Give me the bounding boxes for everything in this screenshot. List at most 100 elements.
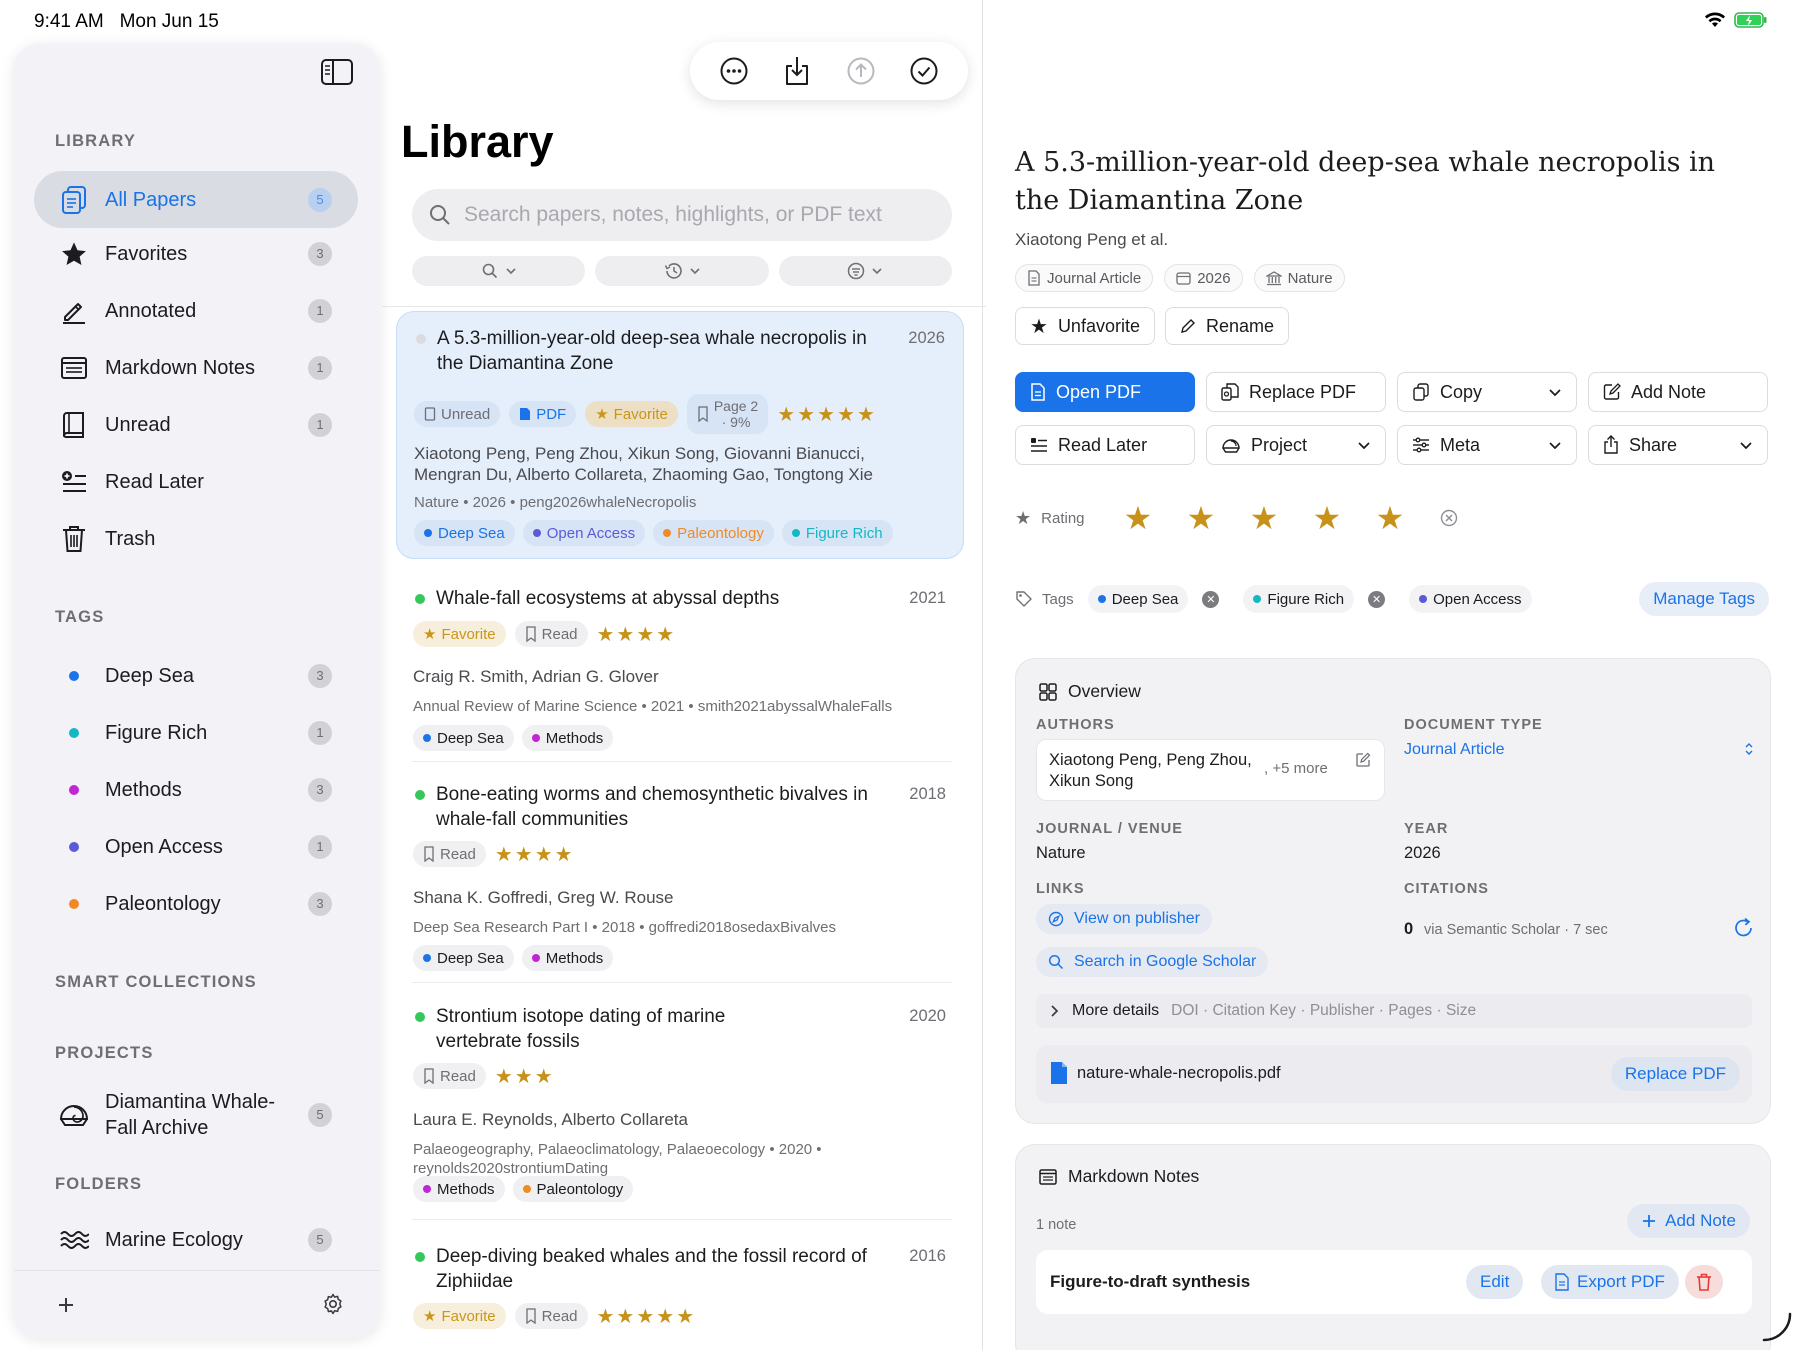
calendar-icon — [1176, 271, 1191, 285]
edit-icon[interactable] — [1355, 752, 1371, 768]
copy-menu-button[interactable]: Copy — [1397, 372, 1577, 412]
add-note-pill-button[interactable]: Add Note — [1627, 1204, 1750, 1238]
remove-tag-icon[interactable]: ✕ — [1368, 590, 1386, 608]
paper-year: 2020 — [909, 1007, 946, 1025]
export-pdf-button[interactable]: Export PDF — [1541, 1265, 1679, 1299]
upload-icon[interactable] — [841, 51, 881, 91]
project-menu-button[interactable]: Project — [1206, 425, 1386, 465]
more-icon[interactable] — [714, 51, 754, 91]
rename-button[interactable]: Rename — [1164, 307, 1290, 345]
rating-star-5[interactable]: ★ — [1359, 502, 1422, 534]
search-icon — [428, 203, 452, 227]
sidebar-item-markdown-notes[interactable]: Markdown Notes 1 — [34, 339, 358, 396]
bookmark-icon — [525, 1308, 537, 1324]
search-bar[interactable] — [412, 189, 952, 241]
tags-row: Tags Deep Sea ✕ Figure Rich ✕ Open Acces… — [1015, 581, 1769, 617]
edit-note-button[interactable]: Edit — [1466, 1265, 1524, 1299]
tag-chip-figure-rich: Figure Rich — [781, 520, 893, 546]
replace-pdf-pill-button[interactable]: Replace PDF — [1610, 1057, 1740, 1091]
sidebar-item-label: Markdown Notes — [105, 356, 256, 379]
manage-tags-button[interactable]: Manage Tags — [1639, 582, 1769, 616]
sidebar-folder-marine-ecology[interactable]: Marine Ecology 5 — [34, 1211, 358, 1268]
import-icon[interactable] — [777, 51, 817, 91]
select-checkmark-icon[interactable] — [904, 51, 944, 91]
search-input[interactable] — [464, 189, 934, 241]
projects-section-header: PROJECTS — [55, 1044, 154, 1062]
sidebar-item-favorites[interactable]: Favorites 3 — [34, 225, 358, 282]
shell-icon — [1221, 436, 1241, 454]
authors-field[interactable]: Xiaotong Peng, Peng Zhou, Xikun Song , +5… — [1036, 739, 1385, 801]
rating-star-3[interactable]: ★ — [1233, 502, 1296, 534]
count-badge: 1 — [308, 355, 332, 380]
refresh-icon[interactable] — [1733, 915, 1755, 939]
sidebar-item-unread[interactable]: Unread 1 — [34, 396, 358, 453]
view-on-publisher-link[interactable]: View on publisher — [1036, 904, 1213, 934]
tag-dot-icon — [58, 831, 90, 863]
tag-chip-paleontology: Paleontology — [653, 520, 774, 546]
tag-pill-open-access[interactable]: Open Access — [1409, 585, 1532, 613]
list-toolbar — [690, 42, 968, 100]
document-type-select[interactable]: Journal Article — [1404, 741, 1505, 759]
sidebar-tag-figure-rich[interactable]: Figure Rich 1 — [34, 704, 358, 761]
tag-pill-figure-rich[interactable]: Figure Rich — [1243, 585, 1355, 613]
venue-chip: Nature — [1253, 264, 1345, 292]
sidebar-item-label: Diamantina Whale- Fall Archive — [105, 1091, 276, 1139]
sidebar-tag-paleontology[interactable]: Paleontology 3 — [34, 875, 358, 932]
rating-row: ★ Rating ★ ★ ★ ★ ★ — [1015, 500, 1769, 536]
clear-rating-icon[interactable] — [1440, 509, 1458, 527]
rating-star-4[interactable]: ★ — [1296, 502, 1359, 534]
sidebar-item-annotated[interactable]: Annotated 1 — [34, 282, 358, 339]
paper-row[interactable]: Bone-eating worms and chemosynthetic biv… — [396, 768, 964, 978]
document-icon — [1030, 383, 1046, 401]
delete-note-button[interactable] — [1685, 1265, 1723, 1299]
sidebar-item-all-papers[interactable]: All Papers 5 — [34, 171, 358, 228]
search-google-scholar-link[interactable]: Search in Google Scholar — [1036, 947, 1269, 977]
view-filter[interactable] — [778, 256, 952, 286]
chevron-down-icon — [871, 267, 883, 275]
rating-star-2[interactable]: ★ — [1170, 502, 1233, 534]
bookmark-icon — [525, 626, 537, 642]
star-rating: ★★★★ — [494, 843, 575, 866]
bookmark-icon — [423, 1068, 435, 1084]
paper-badges: ★ Favorite Read ★★★★ — [413, 621, 676, 647]
paper-row[interactable]: Strontium isotope dating of marine verte… — [396, 990, 964, 1215]
sidebar: LIBRARY All Papers 5 Favorites 3 Annotat… — [14, 44, 380, 1338]
read-later-button[interactable]: Read Later — [1015, 425, 1195, 465]
authors-more: , +5 more — [1264, 760, 1328, 777]
rating-star-1[interactable]: ★ — [1107, 502, 1170, 534]
paper-year: 2016 — [909, 1247, 946, 1265]
citations-value: 0 — [1404, 920, 1414, 938]
sidebar-project-diamantina[interactable]: Diamantina Whale- Fall Archive 5 — [34, 1081, 358, 1149]
unfavorite-button[interactable]: ★ Unfavorite — [1015, 307, 1155, 345]
sidebar-item-trash[interactable]: Trash — [34, 510, 358, 567]
add-note-button[interactable]: Add Note — [1588, 372, 1768, 412]
detail-actions: ★ Unfavorite Rename — [1015, 307, 1290, 345]
gear-icon[interactable] — [322, 1293, 344, 1315]
sidebar-tag-methods[interactable]: Methods 3 — [34, 761, 358, 818]
tag-dot-icon — [58, 888, 90, 920]
tag-pill-deep-sea[interactable]: Deep Sea — [1087, 585, 1189, 613]
sort-filter[interactable] — [595, 256, 769, 286]
note-row[interactable]: Figure-to-draft synthesis Edit Export PD… — [1036, 1250, 1752, 1314]
paper-row[interactable]: Whale-fall ecosystems at abyssal depths … — [396, 572, 964, 762]
share-menu-button[interactable]: Share — [1588, 425, 1768, 465]
paper-tags: Methods Paleontology — [413, 1176, 634, 1202]
replace-pdf-button[interactable]: Replace PDF — [1206, 372, 1386, 412]
remove-tag-icon[interactable]: ✕ — [1202, 590, 1220, 608]
sidebar-item-read-later[interactable]: Read Later — [34, 453, 358, 510]
sidebar-toggle-icon[interactable] — [320, 58, 354, 86]
chevron-updown-icon[interactable] — [1743, 741, 1755, 757]
sidebar-tag-deep-sea[interactable]: Deep Sea 3 — [34, 647, 358, 704]
star-icon: ★ — [595, 406, 609, 423]
search-scope-filter[interactable] — [412, 256, 586, 286]
more-details-disclosure[interactable]: More details DOI · Citation Key · Publis… — [1036, 994, 1752, 1028]
paper-row[interactable]: Deep-diving beaked whales and the fossil… — [396, 1230, 964, 1350]
document-type-label: DOCUMENT TYPE — [1404, 717, 1543, 733]
replace-document-icon — [1221, 383, 1239, 401]
add-icon[interactable] — [56, 1295, 76, 1315]
open-pdf-button[interactable]: Open PDF — [1015, 372, 1195, 412]
sidebar-tag-open-access[interactable]: Open Access 1 — [34, 818, 358, 875]
count-badge: 3 — [308, 663, 332, 688]
paper-row-selected[interactable]: A 5.3-million-year-old deep-sea whale ne… — [396, 311, 964, 559]
meta-menu-button[interactable]: Meta — [1397, 425, 1577, 465]
